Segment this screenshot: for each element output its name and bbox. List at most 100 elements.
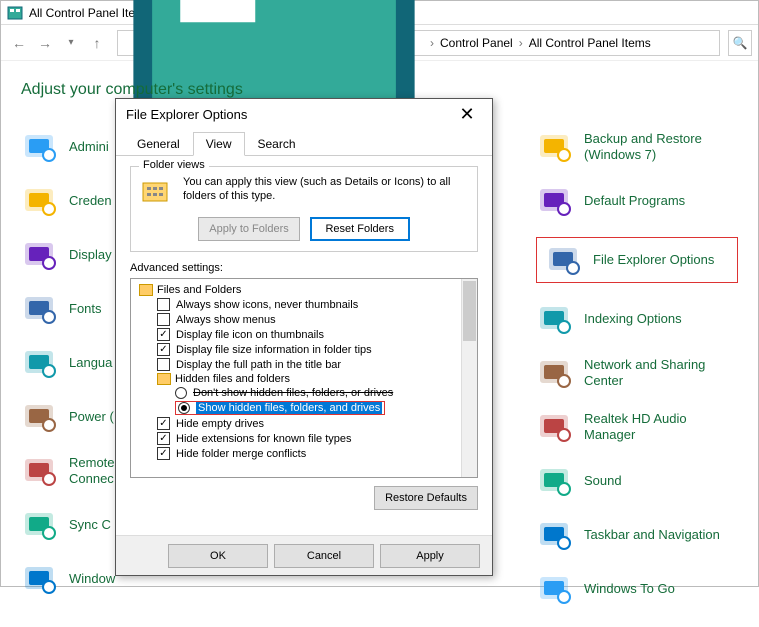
tree-label: Show hidden files, folders, and drives — [196, 402, 382, 414]
checkbox[interactable]: ✓ — [157, 447, 170, 460]
cpl-label: Sync C — [69, 517, 111, 533]
chevron-right-icon: › — [519, 36, 523, 50]
folder-views-icon — [141, 175, 173, 207]
cpl-label: Default Programs — [584, 193, 685, 209]
cpl-icon — [536, 571, 572, 607]
cpl-icon — [21, 453, 57, 489]
checkbox[interactable]: ✓ — [157, 432, 170, 445]
breadcrumb-root[interactable]: Control Panel — [440, 36, 513, 50]
tree-label: Don't show hidden files, folders, or dri… — [193, 387, 393, 399]
checkbox[interactable] — [157, 358, 170, 371]
cpl-item[interactable]: Indexing Options — [536, 301, 738, 337]
cpl-item[interactable]: Sound — [536, 463, 738, 499]
advanced-settings-tree[interactable]: Files and FoldersAlways show icons, neve… — [130, 278, 478, 478]
tree-item[interactable]: Don't show hidden files, folders, or dri… — [133, 386, 475, 400]
cpl-item[interactable]: Window — [21, 561, 116, 597]
restore-defaults-button[interactable]: Restore Defaults — [374, 486, 478, 510]
apply-to-folders-button[interactable]: Apply to Folders — [198, 217, 299, 241]
folder-views-legend: Folder views — [139, 159, 209, 171]
cpl-label: Network and Sharing Center — [584, 355, 738, 388]
cancel-button[interactable]: Cancel — [274, 544, 374, 568]
cpl-icon — [536, 409, 572, 445]
cpl-item[interactable]: Langua — [21, 345, 116, 381]
radio[interactable] — [178, 402, 190, 414]
dialog-titlebar: File Explorer Options ✕ — [116, 99, 492, 129]
tree-label: Always show menus — [176, 314, 276, 326]
checkbox[interactable]: ✓ — [157, 328, 170, 341]
checkbox[interactable]: ✓ — [157, 417, 170, 430]
cpl-icon — [21, 345, 57, 381]
folder-icon — [157, 373, 171, 385]
folder-views-text: You can apply this view (such as Details… — [183, 175, 467, 204]
recent-dropdown[interactable]: ▾ — [59, 31, 83, 55]
cpl-icon — [21, 507, 57, 543]
cpl-item[interactable]: Backup and Restore (Windows 7) — [536, 129, 738, 165]
cpl-item[interactable]: Creden — [21, 183, 116, 219]
cpl-item[interactable]: Windows To Go — [536, 571, 738, 607]
cpl-icon — [545, 242, 581, 278]
chevron-right-icon: › — [430, 36, 434, 50]
cpl-item[interactable]: Fonts — [21, 291, 116, 327]
forward-button[interactable]: → — [33, 31, 57, 55]
cpl-label: Sound — [584, 473, 622, 489]
scrollbar-thumb[interactable] — [463, 281, 476, 341]
cpl-label: Display — [69, 247, 112, 263]
cpl-item[interactable]: Sync C — [21, 507, 116, 543]
cpl-icon — [536, 301, 572, 337]
checkbox[interactable]: ✓ — [157, 343, 170, 356]
tab-search[interactable]: Search — [245, 132, 309, 156]
reset-folders-button[interactable]: Reset Folders — [310, 217, 410, 241]
cpl-label: Taskbar and Navigation — [584, 527, 720, 543]
tree-item[interactable]: Hidden files and folders — [133, 372, 475, 386]
cpl-icon — [21, 291, 57, 327]
cpl-item[interactable]: Admini — [21, 129, 116, 165]
cpl-icon — [21, 183, 57, 219]
search-button[interactable]: 🔍 — [728, 30, 752, 56]
tree-label: Hide extensions for known file types — [176, 433, 351, 445]
cpl-item[interactable]: Network and Sharing Center — [536, 355, 738, 391]
file-explorer-options-dialog: File Explorer Options ✕ GeneralViewSearc… — [115, 98, 493, 576]
tree-item[interactable]: Show hidden files, folders, and drives — [133, 400, 475, 416]
cpl-icon — [536, 517, 572, 553]
cpl-item[interactable]: Power ( — [21, 399, 116, 435]
tree-label: Files and Folders — [157, 284, 241, 296]
cpl-item[interactable]: Realtek HD Audio Manager — [536, 409, 738, 445]
ok-button[interactable]: OK — [168, 544, 268, 568]
cpl-icon — [536, 463, 572, 499]
tree-item[interactable]: Always show menus — [133, 312, 475, 327]
radio[interactable] — [175, 387, 187, 399]
tab-general[interactable]: General — [124, 132, 193, 156]
checkbox[interactable] — [157, 313, 170, 326]
cpl-item[interactable]: RemoteConnec — [21, 453, 116, 489]
control-panel-icon — [7, 5, 23, 21]
checkbox[interactable] — [157, 298, 170, 311]
tree-item[interactable]: Always show icons, never thumbnails — [133, 297, 475, 312]
scrollbar[interactable] — [461, 279, 477, 477]
tree-label: Hide empty drives — [176, 418, 264, 430]
tree-item[interactable]: ✓ Hide extensions for known file types — [133, 431, 475, 446]
tab-view[interactable]: View — [193, 132, 245, 156]
tree-label: Hidden files and folders — [175, 373, 290, 385]
tree-label: Hide folder merge conflicts — [176, 448, 306, 460]
tree-item[interactable]: ✓ Hide empty drives — [133, 416, 475, 431]
up-button[interactable]: ↑ — [85, 31, 109, 55]
cpl-icon — [536, 129, 572, 165]
dialog-tabs: GeneralViewSearch — [116, 131, 492, 156]
cpl-item[interactable]: File Explorer Options — [536, 237, 738, 283]
tree-item[interactable]: ✓Display file icon on thumbnails — [133, 327, 475, 342]
advanced-settings-label: Advanced settings: — [130, 262, 478, 274]
cpl-item[interactable]: Taskbar and Navigation — [536, 517, 738, 553]
tree-item[interactable]: Display the full path in the title bar — [133, 357, 475, 372]
cpl-item[interactable]: Display — [21, 237, 116, 273]
cpl-icon — [536, 355, 572, 391]
close-icon[interactable]: ✕ — [452, 104, 482, 125]
tree-folder[interactable]: Files and Folders — [133, 283, 475, 297]
cpl-icon — [21, 561, 57, 597]
tree-item[interactable]: ✓Display file size information in folder… — [133, 342, 475, 357]
back-button[interactable]: ← — [7, 31, 31, 55]
apply-button[interactable]: Apply — [380, 544, 480, 568]
address-bar[interactable]: › Control Panel › All Control Panel Item… — [117, 30, 720, 56]
tree-item[interactable]: ✓ Hide folder merge conflicts — [133, 446, 475, 461]
cpl-item[interactable]: Default Programs — [536, 183, 738, 219]
breadcrumb-child[interactable]: All Control Panel Items — [529, 36, 651, 50]
